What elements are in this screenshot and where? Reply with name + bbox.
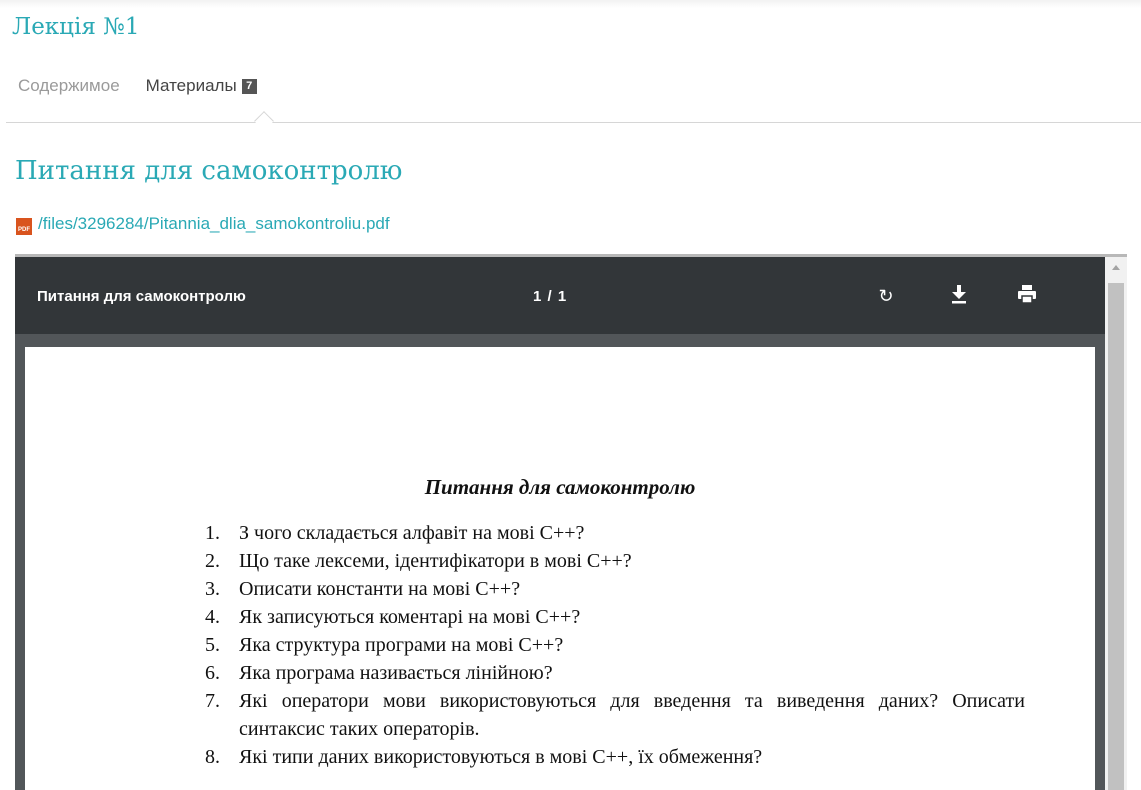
section-title: Питання для самоконтролю xyxy=(15,156,403,186)
pdf-page: Питання для самоконтролю 1. З чого склада… xyxy=(25,347,1095,790)
document-title: Питання для самоконтролю xyxy=(424,475,696,499)
question-item: 1. З чого складається алфавіт на мові С++… xyxy=(205,519,1025,547)
question-number: 5. xyxy=(205,634,220,656)
page-counter: 1 / 1 xyxy=(533,288,568,305)
question-number: 4. xyxy=(205,606,220,628)
question-text: З чого складається алфавіт на мові С++? xyxy=(239,522,585,544)
question-number: 1. xyxy=(205,522,220,544)
question-number: 2. xyxy=(205,550,220,572)
tab-content[interactable]: Содержимое xyxy=(18,76,120,96)
tabs-divider xyxy=(6,122,1141,123)
top-shadow xyxy=(0,0,1141,8)
question-text: Описати константи на мові С++? xyxy=(239,578,521,600)
question-text: Яка програма називається лінійною? xyxy=(239,662,553,684)
file-link[interactable]: /files/3296284/Pitannia_dlia_samokontrol… xyxy=(38,214,390,234)
lecture-title: Лекція №1 xyxy=(12,14,140,40)
question-text: Які оператори мови використовуються для … xyxy=(239,690,1025,740)
active-tab-pointer xyxy=(254,111,274,131)
print-icon-glyph xyxy=(1018,285,1036,304)
question-number: 3. xyxy=(205,578,220,600)
file-row: PDF /files/3296284/Pitannia_dlia_samokon… xyxy=(16,212,390,235)
question-item: 8. Які типи даних використовуються в мові… xyxy=(205,743,1025,771)
question-item: 3. Описати константи на мові С++? xyxy=(205,575,1025,603)
scroll-up-arrow-icon[interactable] xyxy=(1112,265,1120,270)
question-text: Яка структура програми на мові С++? xyxy=(239,634,564,656)
viewer-scrollbar[interactable] xyxy=(1105,257,1127,790)
rotate-icon[interactable]: ↻ xyxy=(873,283,899,309)
viewer-title: Питання для самоконтролю xyxy=(37,288,246,305)
question-item: 2. Що таке лексеми, ідентифікатори в мові… xyxy=(205,547,1025,575)
question-text: Що таке лексеми, ідентифікатори в мові С… xyxy=(239,550,632,572)
question-item: 4. Як записуються коментарі на мові С++? xyxy=(205,603,1025,631)
download-icon-glyph xyxy=(952,285,966,304)
viewer-toolbar: Питання для самоконтролю 1 / 1 ↻ xyxy=(15,257,1105,334)
question-number: 6. xyxy=(205,662,220,684)
scrollbar-thumb[interactable] xyxy=(1108,283,1124,790)
pdf-viewer: Питання для самоконтролю 1 / 1 ↻ Питання… xyxy=(15,254,1127,790)
tabs: Содержимое Материалы 7 xyxy=(18,76,257,96)
pdf-icon: PDF xyxy=(16,218,32,235)
question-text: Які типи даних використовуються в мові С… xyxy=(239,746,763,768)
question-number: 8. xyxy=(205,746,220,768)
question-list: 1. З чого складається алфавіт на мові С++… xyxy=(205,519,1025,771)
download-icon[interactable] xyxy=(946,283,972,309)
question-item: 5. Яка структура програми на мові С++? xyxy=(205,631,1025,659)
question-number: 7. xyxy=(205,690,220,712)
materials-count-badge: 7 xyxy=(241,78,257,94)
tab-materials-label: Материалы xyxy=(145,76,237,95)
tab-materials[interactable]: Материалы 7 xyxy=(146,76,257,96)
question-item: 7. Які оператори мови використовуються дл… xyxy=(205,687,1025,743)
question-item: 6. Яка програма називається лінійною? xyxy=(205,659,1025,687)
print-icon[interactable] xyxy=(1014,283,1040,309)
question-text: Як записуються коментарі на мові С++? xyxy=(239,606,581,628)
